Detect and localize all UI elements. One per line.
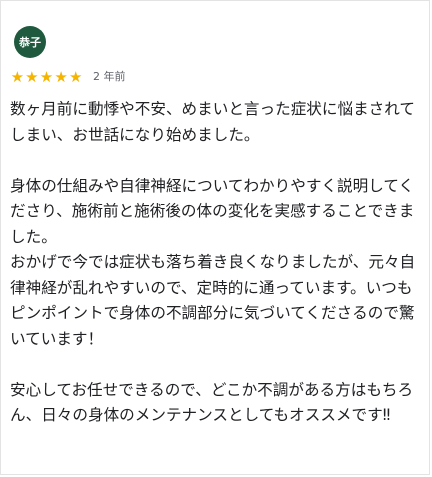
star-icon: ★ — [68, 68, 83, 86]
review-paragraph: 数ヶ月前に動悸や不安、めまいと言った症状に悩まされてしまい、お世話になり始めまし… — [10, 100, 415, 144]
star-icon: ★ — [39, 68, 54, 86]
star-icon: ★ — [10, 68, 25, 86]
paragraph-spacer — [10, 352, 426, 378]
review-card: 恭子 ★ ★ ★ ★ ★ 2 年前 数ヶ月前に動悸や不安、めまいと言った症状に悩… — [0, 0, 430, 475]
review-paragraph: 安心してお任せできるので、どこか不調がある方はもちろん、日々の身体のメンテナンス… — [10, 380, 414, 425]
star-rating: ★ ★ ★ ★ ★ — [10, 69, 83, 85]
review-text: 数ヶ月前に動悸や不安、めまいと言った症状に悩まされてしまい、お世話になり始めまし… — [10, 97, 426, 429]
review-paragraph: 身体の仕組みや自律神経についてわかりやすく説明してくださり、施術前と施術後の体の… — [10, 176, 415, 246]
paragraph-spacer — [10, 148, 426, 174]
star-icon: ★ — [25, 68, 39, 86]
avatar[interactable]: 恭子 — [14, 26, 46, 58]
star-icon: ★ — [54, 68, 68, 86]
reviewer-header: 恭子 — [14, 26, 46, 58]
review-time: 2 年前 — [92, 70, 126, 83]
review-paragraph: おかげで今では症状も落ち着き良くなりましたが、元々自律神経が乱れやすいので、定時… — [10, 253, 416, 348]
rating-row: ★ ★ ★ ★ ★ 2 年前 — [10, 69, 126, 85]
